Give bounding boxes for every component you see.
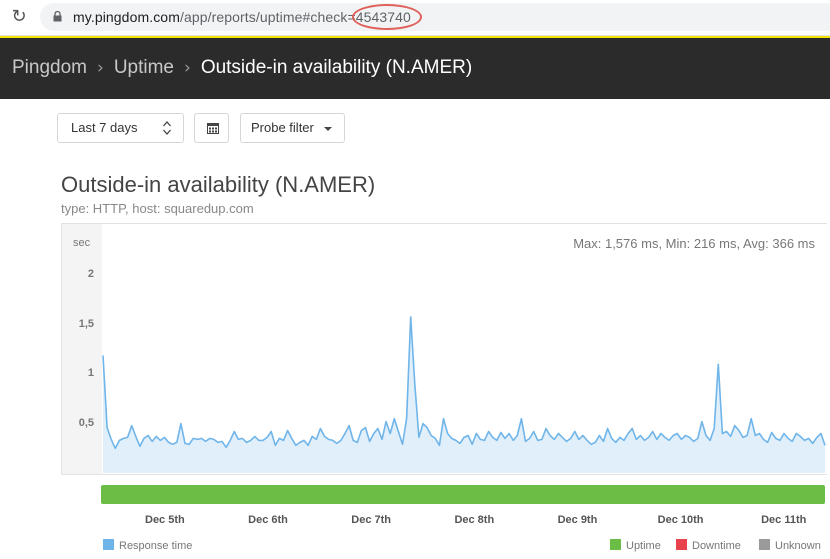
url-host: my.pingdom.com	[73, 9, 180, 25]
browser-toolbar: ↻ my.pingdom.com/app/reports/uptime#chec…	[0, 0, 830, 36]
breadcrumb-uptime[interactable]: Uptime	[114, 57, 174, 78]
x-tick-label: Dec 9th	[557, 514, 598, 526]
y-tick-label: 1	[87, 367, 94, 380]
chevron-right-icon: ›	[184, 58, 191, 78]
report-title: Outside-in availability (N.AMER)	[61, 172, 376, 197]
legend-response-time[interactable]: Response time	[103, 539, 192, 552]
legend-label-downtime: Downtime	[692, 540, 741, 552]
legend-downtime[interactable]: Downtime	[676, 539, 741, 552]
breadcrumb-pingdom[interactable]: Pingdom	[12, 57, 87, 78]
date-range-select[interactable]: Last 7 days	[57, 113, 184, 143]
calendar-button[interactable]	[194, 113, 229, 143]
y-tick-label: 2	[87, 268, 94, 281]
lock-icon	[53, 11, 62, 22]
y-tick-label: 1,5	[78, 317, 94, 330]
x-tick-label: Dec 11th	[761, 514, 807, 526]
url-path: /app/reports/uptime#check	[179, 9, 348, 25]
caret-down-icon	[324, 127, 332, 131]
date-range-label: Last 7 days	[71, 120, 138, 135]
address-bar[interactable]: my.pingdom.com/app/reports/uptime#check=…	[40, 3, 830, 31]
x-tick-label: Dec 8th	[454, 514, 495, 526]
x-tick-label: Dec 10th	[657, 514, 704, 526]
calendar-icon	[207, 123, 219, 134]
probe-filter-label: Probe filter	[251, 120, 314, 135]
up-down-arrows-icon	[163, 121, 171, 135]
legend-uptime[interactable]: Uptime	[610, 539, 661, 552]
chart-stats: Max: 1,576 ms, Min: 216 ms, Avg: 366 ms	[573, 236, 815, 251]
chevron-right-icon: ›	[97, 58, 104, 78]
plot-area[interactable]	[102, 224, 827, 474]
legend-unknown[interactable]: Unknown	[759, 539, 821, 552]
x-tick-label: Dec 7th	[351, 514, 392, 526]
reload-icon[interactable]: ↻	[9, 7, 29, 27]
breadcrumb-current: Outside-in availability (N.AMER)	[200, 57, 473, 78]
legend-label-unknown: Unknown	[775, 540, 821, 552]
legend-swatch-response-time	[103, 539, 114, 550]
x-tick-label: Dec 6th	[248, 514, 288, 526]
legend-swatch-uptime	[610, 539, 621, 550]
legend-swatch-downtime	[676, 539, 687, 550]
y-tick-label: 0,5	[78, 416, 94, 429]
report-subtitle: type: HTTP, host: squaredup.com	[61, 201, 254, 216]
uptime-status-bar[interactable]	[101, 485, 825, 504]
legend-swatch-unknown	[759, 539, 770, 550]
probe-filter-dropdown[interactable]: Probe filter	[240, 113, 345, 143]
x-tick-label: Dec 5th	[145, 514, 185, 526]
legend-label-uptime: Uptime	[626, 540, 661, 552]
app-header: Pingdom › Uptime › Outside-in availability (…	[0, 38, 830, 99]
legend-label-response-time: Response time	[119, 540, 193, 552]
highlight-circle	[352, 4, 422, 30]
y-axis-unit: sec	[73, 237, 91, 249]
breadcrumb: Pingdom › Uptime › Outside-in availability (…	[12, 57, 472, 79]
